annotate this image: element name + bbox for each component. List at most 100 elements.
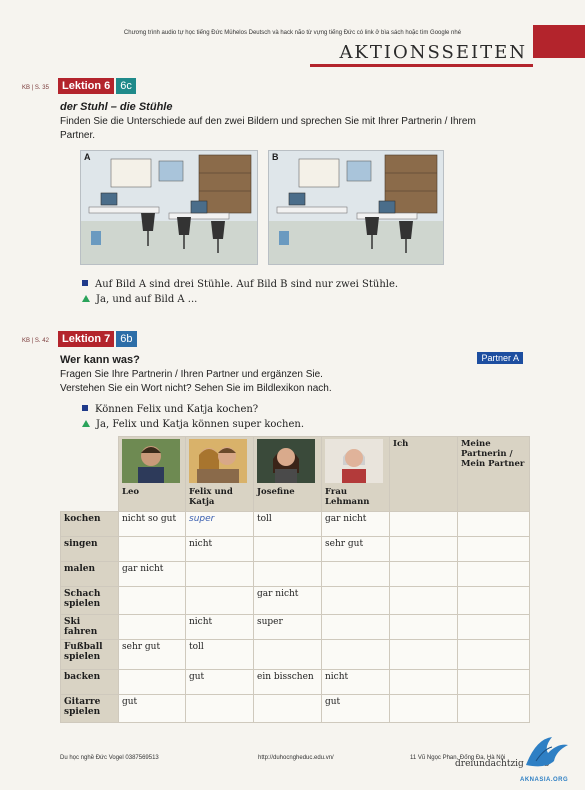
row-label: backen	[60, 669, 119, 695]
lektion-sub: 6b	[116, 331, 137, 347]
office-picture-a: A	[80, 150, 258, 265]
row-label: Gitarre spielen	[60, 694, 119, 723]
table-row: kochen nicht so gut super toll gar nicht	[60, 511, 530, 537]
footer-left-text: Du học nghề Đức Vogel 0387569513	[60, 755, 159, 761]
table-cell	[457, 694, 530, 723]
table-row: Gitarre spielen gut gut	[60, 694, 530, 723]
table-row: Fußball spielen sehr gut toll	[60, 639, 530, 670]
site-watermark: AKNASIA.ORG	[520, 777, 569, 783]
table-cell	[457, 511, 530, 537]
page-title: AKTIONSSEITEN	[339, 42, 527, 63]
dialogue-text-a: Können Felix und Katja kochen?	[95, 404, 259, 415]
table-corner	[60, 436, 119, 512]
page-reference: KB | S. 35	[22, 85, 49, 91]
table-cell	[253, 639, 322, 670]
table-cell	[185, 561, 254, 587]
table-cell: toll	[185, 639, 254, 670]
table-cell	[118, 536, 186, 562]
column-header-label: Josefine	[257, 487, 295, 497]
table-cell	[389, 561, 458, 587]
skills-table: Leo Felix und Katja Josefine Frau Lehman…	[60, 436, 530, 723]
exercise-instruction: Finden Sie die Unterschiede auf den zwei…	[60, 116, 476, 141]
table-cell	[185, 694, 254, 723]
lektion-header: Lektion 7 6b	[58, 331, 137, 347]
table-cell	[389, 614, 458, 640]
table-row: Ski fahren nicht super	[60, 614, 530, 640]
dialogue-line-a: Können Felix und Katja kochen?	[82, 402, 258, 417]
dialogue-line-a: Auf Bild A sind drei Stühle. Auf Bild B …	[82, 277, 398, 292]
table-cell: super	[253, 614, 322, 640]
table-cell: gar nicht	[321, 511, 390, 537]
table-cell	[389, 511, 458, 537]
table-cell	[457, 614, 530, 640]
row-label: malen	[60, 561, 119, 587]
square-bullet-icon	[82, 405, 88, 411]
table-cell	[457, 669, 530, 695]
table-cell	[321, 561, 390, 587]
triangle-bullet-icon	[82, 420, 90, 427]
table-cell: super	[185, 511, 254, 537]
table-cell	[321, 614, 390, 640]
table-row: Schach spielen gar nicht	[60, 586, 530, 615]
table-row: backen gut ein bisschen nicht	[60, 669, 530, 695]
table-cell: gut	[185, 669, 254, 695]
exercise-instruction-1: Fragen Sie Ihre Partnerin / Ihren Partne…	[60, 369, 323, 380]
table-cell	[321, 639, 390, 670]
square-bullet-icon	[82, 280, 88, 286]
lektion-sub: 6c	[116, 78, 136, 94]
lektion-header: Lektion 6 6c	[58, 78, 136, 94]
page-number-word: dreiundachtzig	[455, 759, 524, 769]
column-header: Ich	[389, 436, 458, 512]
people-photo-icon	[189, 439, 247, 483]
dialogue-text-b: Ja, Felix und Katja können super kochen.	[96, 419, 305, 430]
table-cell	[185, 586, 254, 615]
person-photo-icon	[257, 439, 315, 483]
table-cell	[253, 694, 322, 723]
column-header: Meine Partnerin / Mein Partner	[457, 436, 530, 512]
table-cell	[389, 639, 458, 670]
table-cell: nicht	[185, 614, 254, 640]
row-label: kochen	[60, 511, 119, 537]
row-label: Ski fahren	[60, 614, 119, 640]
column-header: Frau Lehmann	[321, 436, 390, 512]
dialogue-line-b: Ja, und auf Bild A ...	[82, 292, 197, 307]
column-header: Leo	[118, 436, 186, 512]
table-cell: sehr gut	[118, 639, 186, 670]
table-cell	[253, 536, 322, 562]
exercise-title: der Stuhl – die Stühle	[60, 101, 173, 113]
watermark-text: Chương trình audio tự học tiếng Đức Mühe…	[123, 30, 462, 36]
dialogue-text-b: Ja, und auf Bild A ...	[96, 294, 198, 305]
column-header: Felix und Katja	[185, 436, 254, 512]
table-cell	[457, 639, 530, 670]
table-cell: toll	[253, 511, 322, 537]
table-cell	[389, 694, 458, 723]
partner-badge: Partner A	[477, 352, 523, 364]
table-header-row: Leo Felix und Katja Josefine Frau Lehman…	[60, 436, 530, 512]
table-cell	[389, 669, 458, 695]
row-label: Schach spielen	[60, 586, 119, 615]
column-header: Josefine	[253, 436, 322, 512]
table-cell: gut	[321, 694, 390, 723]
table-cell: nicht so gut	[118, 511, 186, 537]
table-cell: gar nicht	[118, 561, 186, 587]
row-label: singen	[60, 536, 119, 562]
picture-a-label: A	[84, 152, 91, 162]
table-cell	[457, 586, 530, 615]
table-cell	[389, 536, 458, 562]
table-cell	[118, 586, 186, 615]
title-rule	[310, 64, 533, 67]
column-header-label: Leo	[122, 487, 140, 497]
table-cell	[389, 586, 458, 615]
exercise-title: Wer kann was?	[60, 354, 140, 366]
lektion-label: Lektion 6	[58, 78, 115, 94]
table-cell: sehr gut	[321, 536, 390, 562]
table-cell	[118, 614, 186, 640]
table-cell: nicht	[321, 669, 390, 695]
table-cell: gar nicht	[253, 586, 322, 615]
row-label: Fußball spielen	[60, 639, 119, 670]
dialogue-text-a: Auf Bild A sind drei Stühle. Auf Bild B …	[95, 279, 399, 290]
column-header-label: Meine Partnerin / Mein Partner	[461, 439, 525, 469]
person-photo-icon	[325, 439, 383, 483]
footer-center-link[interactable]: http://duhocngheduc.edu.vn/	[258, 755, 334, 761]
table-row: singen nicht sehr gut	[60, 536, 530, 562]
